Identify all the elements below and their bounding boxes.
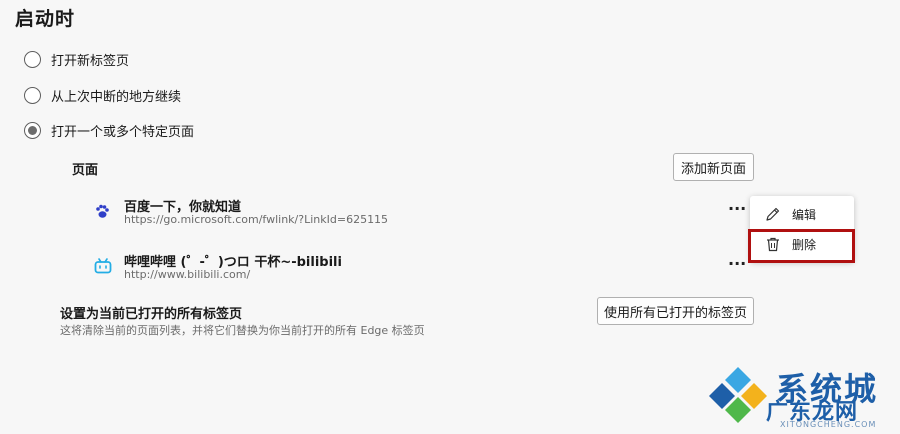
pages-label: 页面 <box>72 163 99 178</box>
add-new-page-button[interactable]: 添加新页面 <box>673 153 754 181</box>
watermark-logo-icon <box>705 365 771 423</box>
pencil-icon <box>764 205 782 223</box>
menu-item-edit[interactable]: 编辑 <box>750 199 854 229</box>
option-label: 从上次中断的地方继续 <box>51 89 182 105</box>
option-open-specific-pages[interactable]: 打开一个或多个特定页面 <box>24 119 194 141</box>
baidu-icon <box>94 203 110 219</box>
option-label: 打开一个或多个特定页面 <box>51 124 195 140</box>
page-url: https://go.microsoft.com/fwlink/?LinkId=… <box>124 213 389 226</box>
use-all-open-tabs-button[interactable]: 使用所有已打开的标签页 <box>597 297 754 325</box>
menu-item-label: 编辑 <box>792 207 817 222</box>
radio-button-checked[interactable] <box>24 121 41 139</box>
radio-button[interactable] <box>24 86 41 104</box>
set-current-title: 设置为当前已打开的所有标签页 <box>60 307 243 322</box>
section-title: 启动时 <box>15 8 76 30</box>
watermark-url: XITONGCHENG.COM <box>780 420 877 429</box>
more-actions-button[interactable]: ··· <box>728 199 746 218</box>
bilibili-icon <box>94 258 112 274</box>
option-open-new-tab[interactable]: 打开新标签页 <box>24 48 129 70</box>
page-url: http://www.bilibili.com/ <box>124 268 251 281</box>
set-current-description: 这将清除当前的页面列表，并将它们替换为你当前打开的所有 Edge 标签页 <box>60 324 425 337</box>
highlight-box <box>748 229 855 263</box>
radio-button[interactable] <box>24 50 41 68</box>
option-continue-where-left[interactable]: 从上次中断的地方继续 <box>24 84 181 106</box>
option-label: 打开新标签页 <box>51 53 130 69</box>
more-actions-button[interactable]: ··· <box>728 254 746 273</box>
